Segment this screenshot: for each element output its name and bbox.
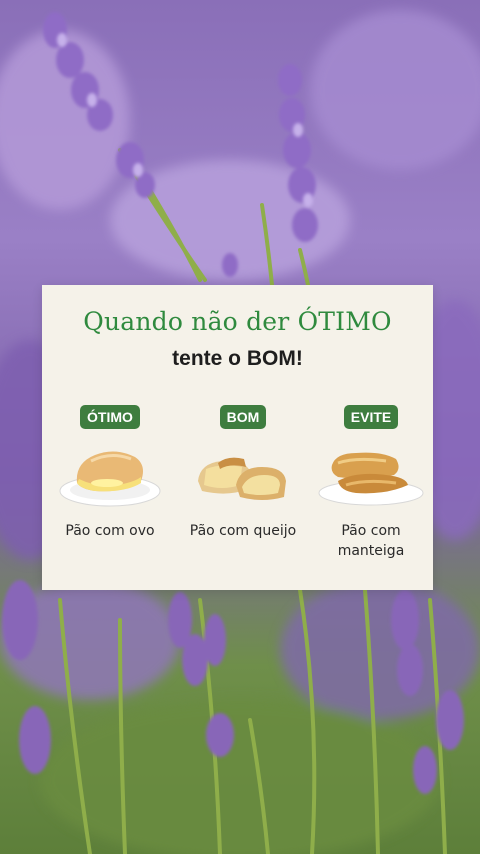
option-column-evite: EVITE Pão com manteiga xyxy=(306,405,436,561)
card-title: Quando não der ÓTIMO xyxy=(83,307,392,336)
card-subtitle: tente o BOM! xyxy=(172,347,303,370)
badge-bom: BOM xyxy=(219,405,267,429)
badge-otimo: ÓTIMO xyxy=(80,405,140,429)
label-pao-com-ovo: Pão com ovo xyxy=(65,523,155,539)
label-pao-com-queijo: Pão com queijo xyxy=(189,523,297,539)
label-pao-com-manteiga: Pão com manteiga xyxy=(337,523,405,559)
bread-with-egg-icon xyxy=(55,441,165,511)
bread-with-cheese-icon xyxy=(188,441,298,511)
option-column-bom: BOM Pão com queijo xyxy=(178,405,308,541)
option-column-otimo: ÓTIMO Pão com ovo xyxy=(45,405,175,541)
bread-with-butter-icon xyxy=(316,441,426,511)
info-card: Quando não der ÓTIMO tente o BOM! ÓTIMO … xyxy=(42,285,433,590)
badge-evite: EVITE xyxy=(343,405,399,429)
